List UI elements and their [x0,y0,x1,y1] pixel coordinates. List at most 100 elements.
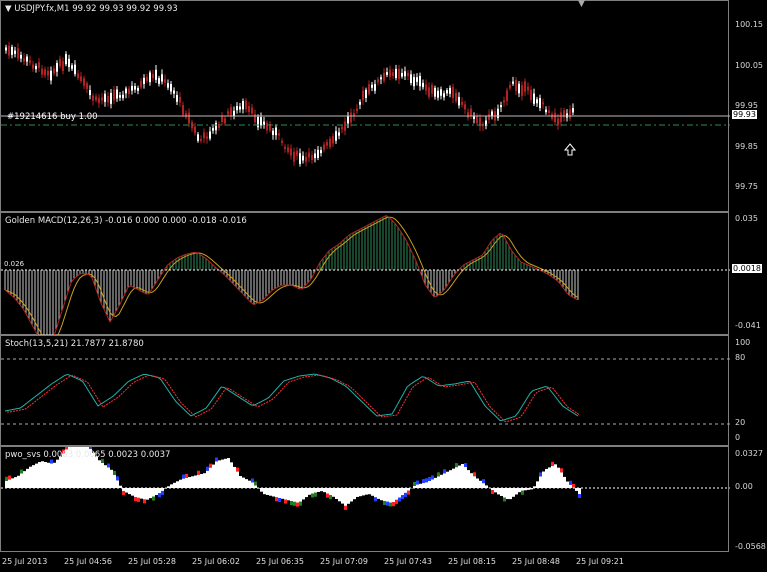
pwo-bar [425,482,428,488]
pwo-bar [371,488,374,496]
candle-body [431,84,433,94]
candle-body [290,148,292,156]
macd-pane[interactable]: Golden MACD(12,26,3) -0.016 0.000 0.000 … [0,212,730,336]
pwo-bar [47,462,50,488]
pwo-bar [560,472,563,488]
pwo-pane[interactable]: pwo_svs 0.0083 0.0065 0.0023 0.0037 [0,446,730,552]
pwo-bar-tip [539,472,542,477]
candle-body [389,69,391,77]
candle-body [143,77,145,84]
pwo-bar-tip [455,463,458,468]
price-tick: 99.85 [735,142,758,151]
candle-body [26,56,28,62]
pwo-bar-tip [503,497,506,502]
pwo-bar [551,465,554,488]
pwo-bar [548,467,551,488]
pwo-bar-tip [443,469,446,474]
candle-body [416,77,418,82]
pwo-bar-tip [392,502,395,507]
macd-left-marker: 0.026 [4,260,25,268]
pwo-bar-tip [464,463,467,468]
candle-body [44,69,46,76]
stochastic-lines [1,358,730,425]
candle-body [560,112,562,123]
candle-body [335,131,337,141]
pwo-bar-tip [404,492,407,497]
candle-body [401,72,403,77]
pwo-bar-tip [284,499,287,504]
pwo-bar [554,464,557,488]
time-label: 25 Jul 09:21 [576,557,624,566]
candle-body [101,97,103,101]
candle-body [284,146,286,150]
pwo-bar [113,474,116,488]
pwo-bar [239,476,242,488]
pwo-bar [38,462,41,488]
candle-body [356,108,358,112]
pwo-bar [341,488,344,504]
pwo-bar-tip [431,475,434,480]
price-chart-pane[interactable]: ▼ USDJPY.fx,M1 99.92 99.93 99.92 99.93 #… [0,0,730,212]
candle-body [266,122,268,131]
pwo-bar [23,471,26,488]
pwo-bar [458,465,461,488]
pwo-scale: 0.0327 0.00 -0.0568 [729,446,767,552]
pwo-bar [347,488,350,504]
pwo-bar-tip [254,481,257,486]
pwo-bar [59,456,62,488]
pwo-bar [263,488,266,495]
pwo-bar [209,467,212,488]
candle-body [326,142,328,146]
candle-body [23,58,25,62]
pwo-bar [188,477,191,488]
scroll-triangle-icon[interactable]: ▼ [578,0,585,9]
pwo-bar-tip [158,493,161,498]
candle-body [407,72,409,77]
pwo-bar-tip [134,497,137,502]
pwo-bar-tip [290,501,293,506]
candle-body [137,88,139,91]
candle-body [449,87,451,94]
pwo-bar-tip [152,496,155,501]
pwo-bar-tip [107,463,110,468]
candle-body [227,111,229,115]
pwo-bar-tip [428,476,431,481]
pwo-bar [368,488,371,495]
pwo-tick: 0.00 [735,482,753,491]
candle-body [317,149,319,159]
macd-histogram [1,214,730,336]
candle-body [521,85,523,96]
pwo-bar-tip [386,501,389,506]
pwo-bar [428,480,431,488]
pwo-bar [557,467,560,488]
pwo-bar [455,467,458,488]
candle-body [410,74,412,83]
stochastic-pane[interactable]: Stoch(13,5,21) 21.7877 21.8780 [0,335,730,446]
pwo-bar [242,477,245,488]
candle-body [419,75,421,87]
pwo-bar-tip [482,479,485,484]
candle-body [158,78,160,84]
candle-body [254,113,256,123]
pwo-bar [197,474,200,488]
candle-body [329,138,331,147]
pwo-bar [431,479,434,488]
candle-body [347,116,349,124]
pwo-bar-tip [65,447,68,450]
candle-body [5,47,7,51]
candle-body [53,68,55,74]
candle-body [170,84,172,92]
candle-body [200,139,202,142]
pwo-bar [125,488,128,493]
candle-body [14,50,16,54]
pwo-bar-tip [389,502,392,507]
pwo-bar-tip [422,479,425,484]
pwo-bar [152,488,155,497]
pwo-bar [146,488,149,500]
collapse-triangle-icon[interactable]: ▼ [5,4,12,14]
candle-body [248,105,250,113]
candle-body [80,76,82,82]
candle-body [38,62,40,68]
pwo-bar [506,488,509,500]
price-candles [1,41,730,167]
